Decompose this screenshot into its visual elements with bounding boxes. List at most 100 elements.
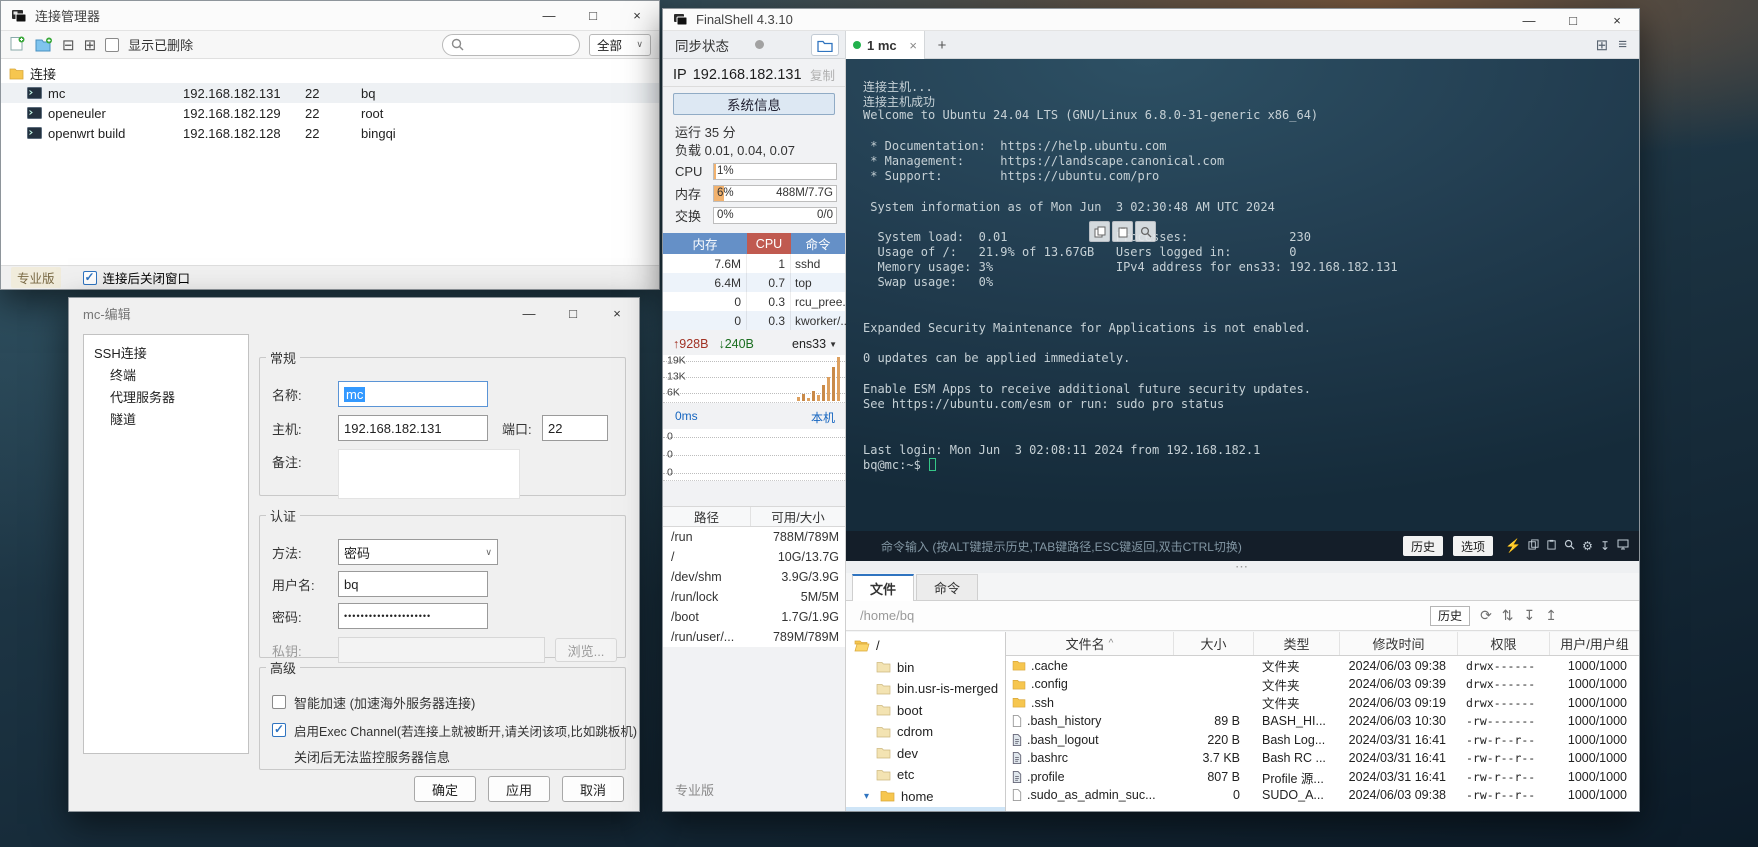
smart-accel-checkbox[interactable]: [272, 695, 286, 709]
tree-item[interactable]: bin: [846, 657, 1005, 679]
close-after-connect-checkbox[interactable]: [83, 271, 97, 285]
upload-icon[interactable]: ↥: [1545, 607, 1557, 624]
col-mtime[interactable]: 修改时间: [1340, 632, 1458, 655]
finalshell-titlebar[interactable]: FinalShell 4.3.10 — □ ×: [663, 9, 1639, 31]
search-box[interactable]: [442, 34, 580, 56]
nav-item-ssh[interactable]: SSH连接: [84, 341, 248, 363]
col-type[interactable]: 类型: [1254, 632, 1340, 655]
col-filename[interactable]: 文件名^: [1006, 632, 1174, 655]
new-tab-button[interactable]: +: [931, 35, 953, 55]
interface-select[interactable]: ens33 ▼: [792, 337, 837, 351]
process-row[interactable]: 6.4M 0.7 top: [663, 273, 845, 292]
ping-target[interactable]: 本机: [811, 409, 835, 426]
file-row[interactable]: .profile 807 B Profile 源... 2024/03/31 1…: [1006, 768, 1639, 787]
disk-row[interactable]: /run/lock5M/5M: [663, 587, 845, 607]
tab-close-icon[interactable]: ×: [909, 38, 917, 53]
password-field[interactable]: •••••••••••••••••••••: [338, 603, 488, 629]
minimize-button[interactable]: —: [527, 1, 571, 30]
process-row[interactable]: 0 0.3 kworker/...: [663, 311, 845, 330]
minimize-button[interactable]: —: [507, 298, 551, 328]
name-field[interactable]: mc: [338, 381, 488, 407]
close-button[interactable]: ×: [1595, 9, 1639, 31]
port-field[interactable]: 22: [542, 415, 608, 441]
gear-icon[interactable]: ⚙: [1582, 539, 1593, 553]
copy-icon[interactable]: [1528, 539, 1539, 553]
tab-files[interactable]: 文件: [852, 574, 914, 601]
connection-row[interactable]: openwrt build 192.168.182.128 22 bingqi: [1, 123, 659, 143]
history-button[interactable]: 历史: [1403, 536, 1443, 556]
col-size[interactable]: 大小: [1174, 632, 1254, 655]
process-col-cmd[interactable]: 命令: [791, 233, 845, 254]
copy-ip-button[interactable]: 复制: [810, 65, 835, 84]
options-button[interactable]: 选项: [1453, 536, 1493, 556]
file-row[interactable]: .cache 文件夹 2024/06/03 09:38 drwx------ 1…: [1006, 656, 1639, 675]
file-row[interactable]: .ssh 文件夹 2024/06/03 09:19 drwx------ 100…: [1006, 693, 1639, 712]
close-button[interactable]: ×: [595, 298, 639, 328]
host-field[interactable]: 192.168.182.131: [338, 415, 488, 441]
tree-item[interactable]: cdrom: [846, 721, 1005, 743]
method-select[interactable]: 密码 ∨: [338, 539, 498, 565]
show-deleted-checkbox[interactable]: [105, 38, 119, 52]
copy-icon[interactable]: [1089, 221, 1110, 242]
expand-caret-icon[interactable]: ▾: [864, 791, 874, 802]
connection-row[interactable]: mc 192.168.182.131 22 bq: [1, 83, 659, 103]
tab-commands[interactable]: 命令: [916, 574, 978, 600]
memo-field[interactable]: [338, 449, 520, 499]
nav-item-proxy[interactable]: 代理服务器: [84, 385, 248, 407]
monitor-icon[interactable]: [1617, 539, 1629, 553]
download-icon[interactable]: ↧: [1600, 539, 1610, 553]
file-row[interactable]: .bash_history 89 B BASH_HI... 2024/06/03…: [1006, 712, 1639, 731]
disk-row[interactable]: /dev/shm3.9G/3.9G: [663, 567, 845, 587]
nav-item-tunnel[interactable]: 隧道: [84, 407, 248, 429]
close-button[interactable]: ×: [615, 1, 659, 30]
col-owner[interactable]: 用户/用户组: [1550, 632, 1639, 655]
download-icon[interactable]: ↧: [1524, 607, 1536, 624]
transfer-icon[interactable]: ⇅: [1502, 607, 1514, 624]
file-history-button[interactable]: 历史: [1430, 606, 1470, 626]
apply-button[interactable]: 应用: [488, 776, 550, 802]
ok-button[interactable]: 确定: [414, 776, 476, 802]
open-connection-manager-button[interactable]: [811, 34, 839, 56]
tree-item-bq[interactable]: bq: [846, 807, 1005, 811]
filter-select[interactable]: 全部 ∨: [589, 34, 651, 56]
cancel-button[interactable]: 取消: [562, 776, 624, 802]
collapse-all-icon[interactable]: ⊟: [62, 36, 75, 54]
tree-item[interactable]: etc: [846, 764, 1005, 786]
file-row[interactable]: .config 文件夹 2024/06/03 09:39 drwx------ …: [1006, 675, 1639, 694]
disk-row[interactable]: /run/user/...789M/789M: [663, 627, 845, 647]
tree-item-root[interactable]: /: [846, 635, 1005, 657]
connection-manager-titlebar[interactable]: 连接管理器 — □ ×: [1, 1, 659, 31]
layout-grid-icon[interactable]: ⊞: [1596, 36, 1609, 54]
process-row[interactable]: 7.6M 1 sshd: [663, 254, 845, 273]
new-connection-icon[interactable]: [9, 36, 26, 53]
tree-item-home[interactable]: ▾ home: [846, 786, 1005, 808]
process-col-mem[interactable]: 内存: [663, 233, 747, 254]
disk-row[interactable]: /10G/13.7G: [663, 547, 845, 567]
disk-col-path[interactable]: 路径: [663, 507, 751, 526]
file-row[interactable]: .bashrc 3.7 KB Bash RC ... 2024/03/31 16…: [1006, 749, 1639, 768]
connection-group-row[interactable]: 连接: [1, 63, 659, 83]
refresh-icon[interactable]: ⟳: [1480, 607, 1492, 624]
disk-row[interactable]: /boot1.7G/1.9G: [663, 607, 845, 627]
lightning-icon[interactable]: ⚡: [1505, 538, 1521, 554]
file-row[interactable]: .bash_logout 220 B Bash Log... 2024/03/3…: [1006, 730, 1639, 749]
search-input[interactable]: [469, 38, 569, 52]
command-input-bar[interactable]: 命令输入 (按ALT键提示历史,TAB键路径,ESC键返回,双击CTRL切换) …: [846, 531, 1639, 561]
system-info-button[interactable]: 系统信息: [673, 93, 835, 115]
process-row[interactable]: 0 0.3 rcu_pree...: [663, 292, 845, 311]
session-tab[interactable]: 1 mc ×: [845, 31, 925, 59]
dialog-titlebar[interactable]: mc-编辑 — □ ×: [69, 298, 639, 328]
search-icon[interactable]: [1135, 221, 1156, 242]
maximize-button[interactable]: □: [1551, 9, 1595, 31]
disk-row[interactable]: /run788M/789M: [663, 527, 845, 547]
pro-version-badge[interactable]: 专业版: [11, 267, 61, 288]
pro-version-link[interactable]: 专业版: [675, 780, 714, 799]
search-icon[interactable]: [1564, 539, 1575, 553]
maximize-button[interactable]: □: [571, 1, 615, 30]
new-folder-icon[interactable]: [35, 37, 53, 53]
col-perm[interactable]: 权限: [1458, 632, 1550, 655]
minimize-button[interactable]: —: [1507, 9, 1551, 31]
paste-icon[interactable]: [1112, 221, 1133, 242]
maximize-button[interactable]: □: [551, 298, 595, 328]
tree-item[interactable]: boot: [846, 700, 1005, 722]
